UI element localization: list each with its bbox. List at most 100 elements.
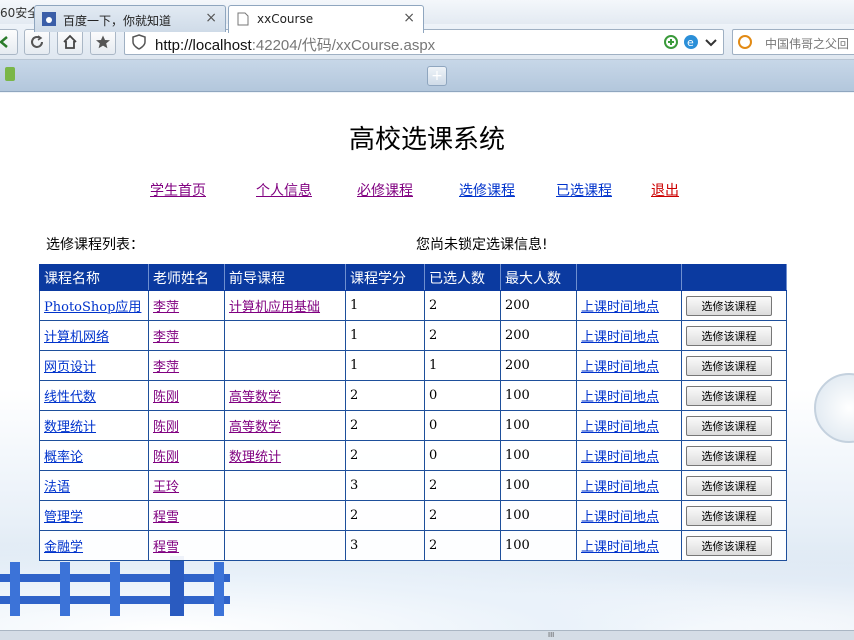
scrollbar-grip[interactable]: III (548, 631, 558, 639)
select-course-button[interactable]: 选修该课程 (686, 385, 772, 406)
credit-value: 1 (350, 298, 359, 313)
teacher-link[interactable]: 陈刚 (153, 390, 179, 405)
course-name-link[interactable]: 法语 (44, 480, 70, 495)
column-header: 前导课程 (224, 264, 346, 291)
schedule-link[interactable]: 上课时间地点 (581, 540, 659, 555)
svg-text:e: e (687, 36, 694, 49)
schedule-link[interactable]: 上课时间地点 (581, 420, 659, 435)
selected-count: 2 (429, 508, 438, 523)
selected-count: 0 (429, 388, 438, 403)
credit-value: 1 (350, 328, 359, 343)
table-row: 金融学 程雪 3 2 100 上课时间地点 选修该课程 (39, 530, 787, 561)
select-course-button[interactable]: 选修该课程 (686, 295, 772, 316)
selected-count: 0 (429, 418, 438, 433)
course-name-link[interactable]: 金融学 (44, 540, 83, 555)
course-name-link[interactable]: 数理统计 (44, 420, 96, 435)
select-course-button[interactable]: 选修该课程 (686, 325, 772, 346)
compat-icon[interactable] (663, 34, 679, 50)
dropdown-icon[interactable] (703, 34, 719, 50)
tab-label: xxCourse (257, 12, 314, 26)
teacher-link[interactable]: 陈刚 (153, 450, 179, 465)
credit-value: 3 (350, 538, 359, 553)
close-icon[interactable]: × (403, 10, 415, 26)
selected-count: 2 (429, 328, 438, 343)
teacher-link[interactable]: 陈刚 (153, 420, 179, 435)
table-row: PhotoShop应用 李萍 计算机应用基础 1 2 200 上课时间地点 选修该课程 (39, 290, 787, 321)
column-header (681, 264, 787, 291)
teacher-link[interactable]: 李萍 (153, 330, 179, 345)
course-name-link[interactable]: 概率论 (44, 450, 83, 465)
ie-icon[interactable]: e (683, 34, 699, 50)
column-header: 课程学分 (345, 264, 425, 291)
table-row: 计算机网络 李萍 1 2 200 上课时间地点 选修该课程 (39, 320, 787, 351)
course-list-label: 选修课程列表： (46, 237, 144, 253)
menu-personal-info[interactable]: 个人信息 (256, 180, 312, 200)
teacher-link[interactable]: 李萍 (153, 300, 179, 315)
close-icon[interactable]: × (205, 10, 217, 26)
select-course-button[interactable]: 选修该课程 (686, 505, 772, 526)
back-icon (0, 36, 8, 48)
table-row: 网页设计 李萍 1 1 200 上课时间地点 选修该课程 (39, 350, 787, 381)
course-name-link[interactable]: 线性代数 (44, 390, 96, 405)
tab-xxcourse[interactable]: xxCourse × (228, 5, 424, 33)
max-count: 100 (505, 448, 530, 463)
decorative-ornament (814, 373, 854, 443)
select-course-button[interactable]: 选修该课程 (686, 535, 772, 556)
credit-value: 2 (350, 448, 359, 463)
schedule-link[interactable]: 上课时间地点 (581, 300, 659, 315)
select-course-button[interactable]: 选修该课程 (686, 445, 772, 466)
teacher-link[interactable]: 王玲 (153, 480, 179, 495)
prereq-link[interactable]: 高等数学 (229, 420, 281, 435)
prereq-link[interactable]: 数理统计 (229, 450, 281, 465)
course-name-link[interactable]: 网页设计 (44, 360, 96, 375)
column-header: 课程名称 (39, 264, 149, 291)
table-row: 线性代数 陈刚 高等数学 2 0 100 上课时间地点 选修该课程 (39, 380, 787, 411)
tab-baidu[interactable]: 百度一下，你就知道 × (34, 5, 226, 32)
address-bar[interactable]: http://localhost:42204/代码/xxCourse.aspx … (124, 29, 724, 55)
table-row: 概率论 陈刚 数理统计 2 0 100 上课时间地点 选修该课程 (39, 440, 787, 471)
select-course-button[interactable]: 选修该课程 (686, 475, 772, 496)
new-tab-button[interactable]: + (427, 66, 447, 86)
sidebar-toggle-icon[interactable] (5, 67, 15, 81)
schedule-link[interactable]: 上课时间地点 (581, 330, 659, 345)
menu-logout[interactable]: 退出 (651, 180, 679, 200)
column-header: 最大人数 (500, 264, 577, 291)
select-course-button[interactable]: 选修该课程 (686, 415, 772, 436)
menu-required-courses[interactable]: 必修课程 (357, 180, 413, 200)
teacher-link[interactable]: 李萍 (153, 360, 179, 375)
page-title: 高校选课系统 (348, 125, 505, 155)
prereq-link[interactable]: 高等数学 (229, 390, 281, 405)
max-count: 200 (505, 328, 530, 343)
column-header: 老师姓名 (148, 264, 225, 291)
menu-elective-courses[interactable]: 选修课程 (459, 180, 515, 200)
back-button[interactable] (0, 29, 18, 55)
course-name-link[interactable]: 管理学 (44, 510, 83, 525)
favorite-button[interactable] (90, 29, 116, 55)
schedule-link[interactable]: 上课时间地点 (581, 510, 659, 525)
schedule-link[interactable]: 上课时间地点 (581, 450, 659, 465)
tab-label: 百度一下，你就知道 (63, 14, 172, 28)
teacher-link[interactable]: 程雪 (153, 540, 179, 555)
table-row: 管理学 程雪 2 2 100 上课时间地点 选修该课程 (39, 500, 787, 531)
prereq-link[interactable]: 计算机应用基础 (229, 300, 320, 315)
select-course-button[interactable]: 选修该课程 (686, 355, 772, 376)
search-placeholder: 中国伟哥之父回 (765, 37, 850, 51)
search-box[interactable]: 中国伟哥之父回 (732, 29, 854, 55)
course-name-link[interactable]: 计算机网络 (44, 330, 109, 345)
schedule-link[interactable]: 上课时间地点 (581, 360, 659, 375)
status-bar (0, 630, 854, 640)
credit-value: 3 (350, 478, 359, 493)
menu-student-home[interactable]: 学生首页 (150, 180, 206, 200)
max-count: 100 (505, 418, 530, 433)
home-button[interactable] (57, 29, 83, 55)
teacher-link[interactable]: 程雪 (153, 510, 179, 525)
max-count: 200 (505, 298, 530, 313)
star-icon (96, 35, 110, 49)
menu-selected-courses[interactable]: 已选课程 (556, 180, 612, 200)
credit-value: 2 (350, 388, 359, 403)
schedule-link[interactable]: 上课时间地点 (581, 390, 659, 405)
refresh-button[interactable] (24, 29, 50, 55)
course-name-link[interactable]: PhotoShop应用 (44, 300, 141, 315)
schedule-link[interactable]: 上课时间地点 (581, 480, 659, 495)
selected-count: 1 (429, 358, 438, 373)
